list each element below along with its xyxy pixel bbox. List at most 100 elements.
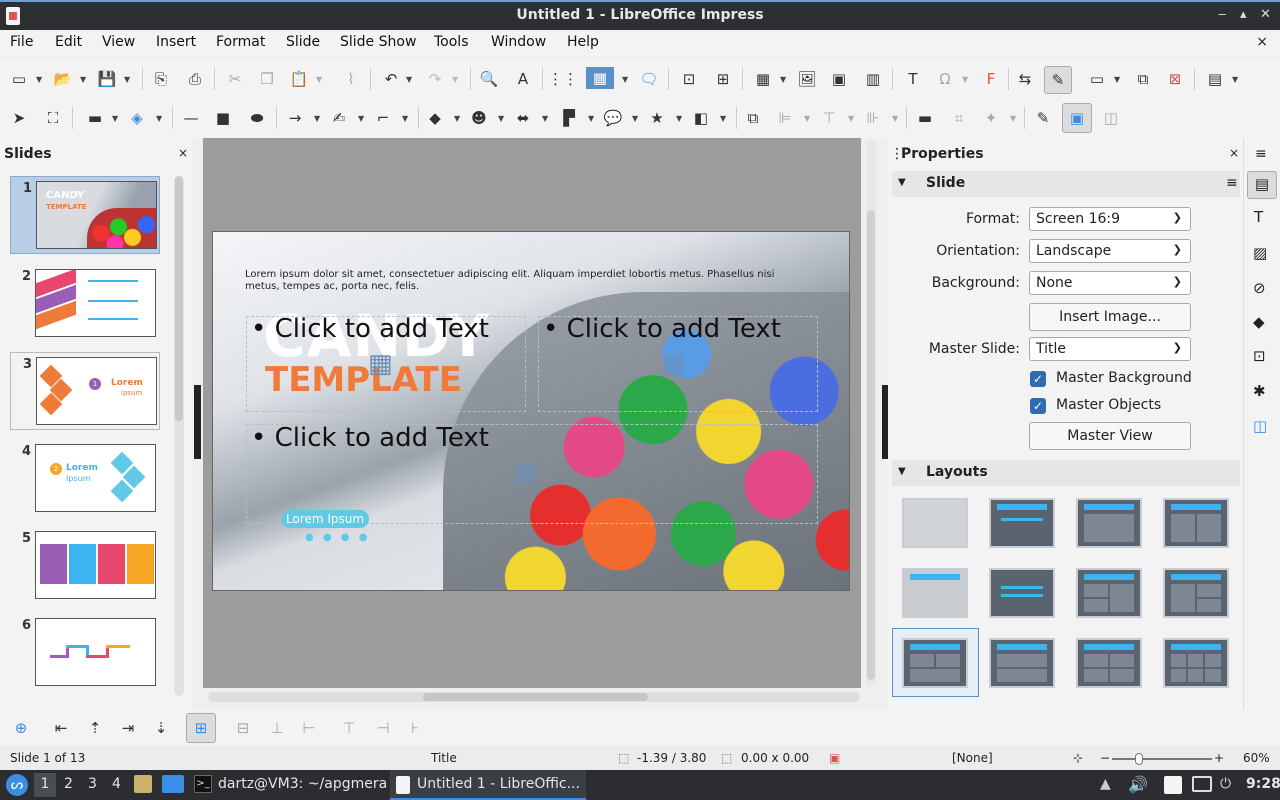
clone-formatting-icon[interactable]: ⌇ bbox=[340, 68, 362, 90]
current-slide[interactable]: Lorem ipsum dolor sit amet, consectetuer… bbox=[212, 231, 850, 591]
snap-bottom-icon[interactable]: ⇣ bbox=[150, 717, 172, 739]
navigator-tab-icon[interactable]: ⊘ bbox=[1253, 279, 1266, 297]
chevron-down-icon[interactable]: ▼ bbox=[498, 114, 504, 123]
snap-guide-icon[interactable]: ⊦ bbox=[404, 717, 426, 739]
slide-thumbnail-3[interactable]: 3 1 Lorem ipsum bbox=[10, 352, 160, 430]
align-objects-icon[interactable]: ⊫ bbox=[774, 107, 796, 129]
cut-icon[interactable]: ✂ bbox=[224, 68, 246, 90]
callout-icon[interactable]: ▭ bbox=[1086, 68, 1108, 90]
background-select[interactable]: None ❯ bbox=[1029, 271, 1191, 295]
chevron-down-icon[interactable]: ▼ bbox=[406, 75, 412, 84]
layout-blank[interactable] bbox=[902, 498, 968, 548]
undo-icon[interactable]: ↶ bbox=[380, 68, 402, 90]
placeholder-text-2[interactable]: • Click to add Text bbox=[543, 314, 781, 344]
export-pdf-icon[interactable]: ⎘ bbox=[150, 68, 172, 90]
flowchart-icon[interactable]: ▛ bbox=[558, 107, 580, 129]
menu-view[interactable]: View bbox=[102, 34, 135, 50]
slide-transition-tab-icon[interactable]: ⊡ bbox=[1253, 347, 1266, 365]
spelling-icon[interactable]: A bbox=[512, 68, 534, 90]
select-icon[interactable]: ➤ bbox=[8, 107, 30, 129]
chevron-down-icon[interactable]: ▼ bbox=[892, 114, 898, 123]
insert-image-button[interactable]: Insert Image... bbox=[1029, 303, 1191, 331]
chevron-down-icon[interactable]: ▼ bbox=[452, 75, 458, 84]
chevron-down-icon[interactable]: ▼ bbox=[720, 114, 726, 123]
layout-title-content-over-content[interactable] bbox=[989, 638, 1055, 688]
chevron-down-icon[interactable]: ▼ bbox=[80, 75, 86, 84]
section-menu-icon[interactable]: ≡ bbox=[1226, 175, 1238, 191]
zoom-in-button[interactable]: + bbox=[1214, 751, 1224, 765]
layout-title-2-content[interactable] bbox=[1163, 498, 1229, 548]
3d-objects-icon[interactable]: ◧ bbox=[690, 107, 712, 129]
chevron-down-icon[interactable]: ▼ bbox=[316, 75, 322, 84]
layout-title-2-content-over-content[interactable] bbox=[902, 638, 968, 688]
menu-format[interactable]: Format bbox=[216, 34, 265, 50]
sidebar-menu-icon[interactable]: ≡ bbox=[1255, 146, 1267, 162]
start-menu-icon[interactable]: ᔕ bbox=[6, 774, 28, 796]
workspace-2[interactable]: 2 bbox=[64, 776, 73, 792]
chevron-down-icon[interactable]: ▼ bbox=[588, 114, 594, 123]
chevron-down-icon[interactable]: ▼ bbox=[1232, 75, 1238, 84]
workspace-1[interactable]: 1 bbox=[34, 773, 56, 797]
chevron-down-icon[interactable]: ▼ bbox=[962, 75, 968, 84]
filter-icon[interactable]: ✦ bbox=[980, 107, 1002, 129]
fill-color-icon[interactable]: ◈ bbox=[126, 107, 148, 129]
transformations-icon[interactable]: ⧉ bbox=[742, 107, 764, 129]
menu-window[interactable]: Window bbox=[491, 34, 546, 50]
maximize-button[interactable]: ▴ bbox=[1240, 7, 1247, 22]
block-arrows-icon[interactable]: ⬌ bbox=[512, 107, 534, 129]
horizontal-scrollbar[interactable] bbox=[208, 692, 860, 702]
toggle-point-edit-icon[interactable]: ✎ bbox=[1032, 107, 1054, 129]
redo-icon[interactable]: ↷ bbox=[424, 68, 446, 90]
impress-task[interactable]: Untitled 1 - LibreOffic... bbox=[417, 776, 580, 792]
chevron-down-icon[interactable]: ▼ bbox=[402, 114, 408, 123]
master-objects-checkbox[interactable]: ✓ bbox=[1030, 398, 1046, 414]
workspace-3[interactable]: 3 bbox=[88, 776, 97, 792]
line-color-icon[interactable]: ▬ bbox=[82, 107, 108, 129]
scroll-thumb[interactable] bbox=[423, 693, 648, 701]
close-window-button[interactable]: ✕ bbox=[1260, 7, 1271, 22]
volume-icon[interactable]: 🔊 bbox=[1128, 775, 1148, 794]
grid-snap-icon[interactable]: ⊞ bbox=[186, 713, 216, 743]
terminal-icon[interactable]: >_ bbox=[194, 775, 212, 793]
layout-title-content-and-2-content[interactable] bbox=[1163, 568, 1229, 618]
styles-tab-icon[interactable]: T bbox=[1254, 208, 1263, 226]
chevron-down-icon[interactable]: ▼ bbox=[542, 114, 548, 123]
callouts-icon[interactable]: 💬 bbox=[602, 107, 624, 129]
scroll-thumb[interactable] bbox=[175, 176, 183, 421]
minimize-button[interactable]: ‒ bbox=[1218, 7, 1226, 22]
special-character-icon[interactable]: Ω bbox=[934, 68, 956, 90]
layout-title-2-content-and-content[interactable] bbox=[1076, 568, 1142, 618]
collapse-slides-pane-handle[interactable] bbox=[194, 385, 201, 459]
curve-icon[interactable]: ✍ bbox=[328, 107, 350, 129]
snap-right-icon[interactable]: ⇥ bbox=[117, 717, 139, 739]
network-icon[interactable] bbox=[1192, 776, 1212, 792]
image-icon[interactable]: 🖼 bbox=[796, 68, 818, 90]
menu-slide[interactable]: Slide bbox=[286, 34, 320, 50]
snap-guide-icon[interactable]: ⊥ bbox=[266, 717, 288, 739]
clipboard-icon[interactable] bbox=[1164, 776, 1182, 794]
snap-guide-icon[interactable]: ⊢ bbox=[298, 717, 320, 739]
delete-slide-icon[interactable]: ⊠ bbox=[1164, 68, 1186, 90]
file-manager-icon[interactable] bbox=[134, 775, 152, 793]
menu-slide-show[interactable]: Slide Show bbox=[340, 34, 416, 50]
save-icon[interactable]: 💾 bbox=[96, 68, 118, 90]
animation-tab-icon[interactable]: ✱ bbox=[1253, 382, 1266, 400]
layout-centered-text[interactable] bbox=[989, 568, 1055, 618]
close-slides-pane-button[interactable]: × bbox=[178, 146, 188, 160]
snap-guide-icon[interactable]: ⊟ bbox=[232, 717, 254, 739]
comment-icon[interactable]: 🗨 bbox=[638, 68, 660, 90]
placeholder-text-3[interactable]: • Click to add Text bbox=[251, 423, 489, 453]
zoom-out-button[interactable]: − bbox=[1100, 751, 1110, 765]
properties-tab-icon[interactable]: ▤ bbox=[1247, 171, 1277, 199]
chevron-down-icon[interactable]: ▼ bbox=[358, 114, 364, 123]
zoom-slider-handle[interactable] bbox=[1135, 753, 1143, 765]
master-slides-tab-icon[interactable]: ◫ bbox=[1253, 417, 1267, 435]
layout-title-only[interactable] bbox=[902, 568, 968, 618]
find-replace-icon[interactable]: 🔍 bbox=[478, 68, 500, 90]
insert-chart-icon[interactable]: ▦ bbox=[513, 458, 538, 488]
stars-icon[interactable]: ★ bbox=[646, 107, 668, 129]
gallery-tab-icon[interactable]: ▨ bbox=[1253, 244, 1267, 262]
connector-icon[interactable]: ⌐ bbox=[372, 107, 394, 129]
slide-thumbnail-6[interactable]: 6 bbox=[10, 614, 160, 692]
symbol-shapes-icon[interactable]: ☻ bbox=[468, 107, 490, 129]
